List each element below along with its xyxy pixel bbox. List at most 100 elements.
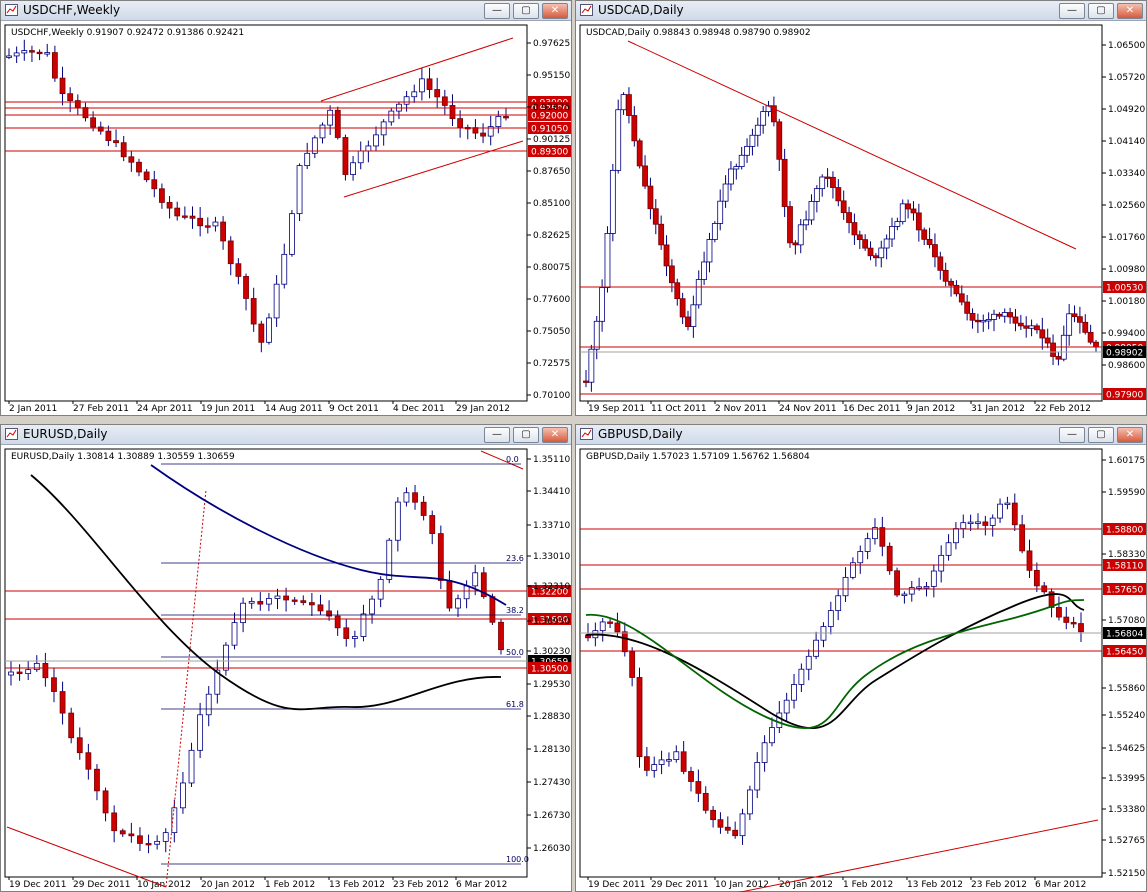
bull-candle [706,239,713,263]
bull-candle [1004,502,1011,505]
date-axis-label: 19 Sep 2011 [588,404,645,414]
bear-candle [437,533,444,581]
date-axis-label: 31 Jan 2012 [971,404,1025,414]
date-axis-label: 13 Feb 2012 [907,880,963,890]
bull-candle [798,668,805,685]
bull-candle [658,759,665,765]
bear-candle [856,234,863,241]
bull-candle [842,576,849,597]
minimize-button[interactable]: — [484,3,510,19]
date-axis-label: 20 Jan 2012 [779,880,833,890]
maximize-button[interactable]: ▢ [1088,3,1114,19]
date-axis-label: 29 Jan 2012 [456,404,510,414]
minimize-button[interactable]: — [1059,427,1085,443]
bear-candle [1007,312,1014,318]
title-bar-eurusd[interactable]: EURUSD,Daily — ▢ ✕ [1,425,571,445]
chart-window-gbpusd[interactable]: GBPUSD,Daily — ▢ ✕ GBPUSD,Daily 1.57023 … [575,424,1147,892]
bull-candle [651,764,658,771]
fibonacci-level-label: 61.8 [506,700,524,709]
bear-candle [174,207,181,217]
bull-candle [761,742,768,763]
bear-candle [1023,325,1030,329]
close-button[interactable]: ✕ [1117,427,1143,443]
price-axis-label: 0.97625 [533,39,570,49]
bull-candle [1001,312,1008,317]
date-axis-label: 11 Oct 2011 [651,404,707,414]
price-axis-label: 1.30230 [533,647,570,657]
bull-candle [975,521,981,524]
bear-candle [835,187,842,202]
close-button[interactable]: ✕ [1117,3,1143,19]
bear-candle [1078,623,1084,633]
price-axis-label: 1.04920 [1108,105,1145,115]
bull-candle [403,96,410,105]
minimize-button[interactable]: — [1059,3,1085,19]
bull-candle [754,762,761,791]
price-tag-label: 0.89300 [531,148,568,158]
price-tag-label: 0.98902 [1106,349,1143,359]
window-title: GBPUSD,Daily [598,427,683,441]
bull-candle [1028,325,1035,329]
price-tag-label: 1.57650 [1106,586,1143,596]
chart-canvas[interactable]: USDCHF,Weekly 0.91907 0.92472 0.91386 0.… [1,21,571,416]
bear-candle [136,161,142,173]
price-axis-label: 0.98600 [1108,361,1145,371]
bull-candle [813,639,820,657]
bear-candle [886,545,893,572]
bear-candle [1070,622,1077,625]
bull-candle [746,789,753,815]
bear-candle [626,94,632,116]
price-axis-label: 1.06500 [1108,41,1145,51]
bull-candle [808,200,815,221]
date-axis-label: 1 Feb 2012 [843,880,893,890]
bear-candle [189,215,196,219]
bull-candle [916,586,923,589]
bear-candle [166,202,173,209]
bull-candle [739,813,746,837]
chart-canvas[interactable]: GBPUSD,Daily 1.57023 1.57109 1.56762 1.5… [576,445,1146,892]
chart-window-usdcad[interactable]: USDCAD,Daily — ▢ ✕ USDCAD,Daily 0.98843 … [575,0,1147,416]
title-bar-gbpusd[interactable]: GBPUSD,Daily — ▢ ✕ [576,425,1146,445]
bull-candle [188,749,195,784]
bull-candle [899,203,906,222]
maximize-button[interactable]: ▢ [513,3,539,19]
close-button[interactable]: ✕ [542,3,568,19]
bear-candle [119,830,126,835]
price-axis-label: 0.85100 [533,199,570,209]
date-axis-label: 6 Mar 2012 [1035,880,1086,890]
price-tag-label: 1.56450 [1106,648,1143,658]
price-axis-label: 0.82625 [533,231,570,241]
symbol-info: USDCHF,Weekly 0.91907 0.92472 0.91386 0.… [11,28,244,38]
date-axis-label: 10 Jan 2012 [715,880,769,890]
price-axis-label: 0.90125 [533,135,570,145]
fibonacci-level-label: 23.6 [506,554,524,563]
bear-candle [948,280,954,286]
chart-canvas[interactable]: USDCAD,Daily 0.98843 0.98948 0.98790 0.9… [576,21,1146,416]
bull-candle [418,78,425,93]
title-bar-usdcad[interactable]: USDCAD,Daily — ▢ ✕ [576,1,1146,21]
price-axis-label: 1.59590 [1108,488,1145,498]
bull-candle [357,150,364,164]
price-axis-label: 1.33010 [533,552,570,562]
chart-canvas[interactable]: EURUSD,Daily 1.30814 1.30889 1.30559 1.3… [1,445,571,892]
bull-candle [369,598,375,615]
title-bar-usdchf[interactable]: USDCHF,Weekly — ▢ ✕ [1,1,571,21]
maximize-button[interactable]: ▢ [513,427,539,443]
chart-window-usdchf[interactable]: USDCHF,Weekly — ▢ ✕ USDCHF,Weekly 0.9190… [0,0,572,416]
price-tag-label: 0.92000 [531,112,568,122]
minimize-button[interactable]: — [484,427,510,443]
bull-candle [13,52,20,57]
bear-candle [128,833,135,837]
bear-candle [1056,607,1062,618]
chart-window-eurusd[interactable]: EURUSD,Daily — ▢ ✕ EURUSD,Daily 1.30814 … [0,424,572,892]
maximize-button[interactable]: ▢ [1088,427,1114,443]
bear-candle [1033,569,1040,587]
descending-trendline [627,40,1077,250]
close-button[interactable]: ✕ [542,427,568,443]
bear-candle [824,176,831,179]
bear-candle [412,492,418,503]
bear-candle [926,238,933,245]
bear-candle [614,622,621,633]
bear-candle [702,792,709,811]
price-axis-label: 0.80075 [533,263,570,273]
